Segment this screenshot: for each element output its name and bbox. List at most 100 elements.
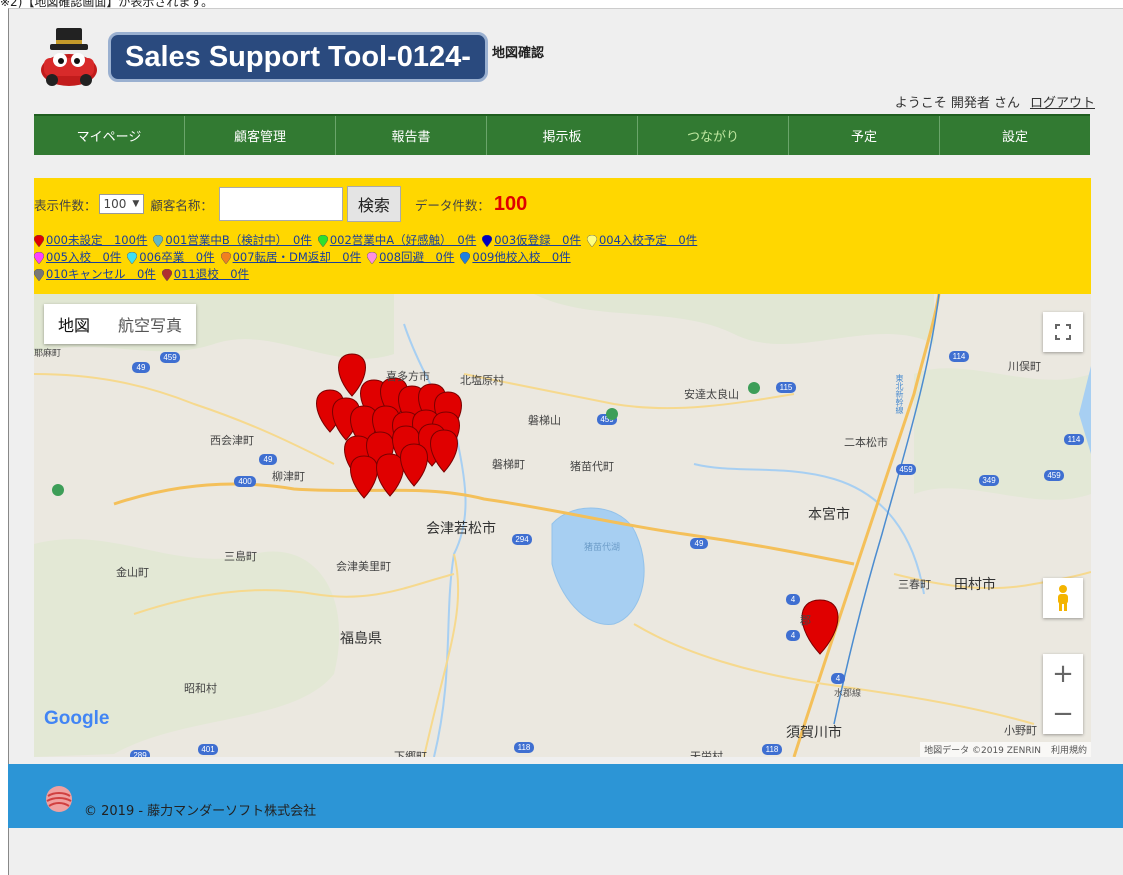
legend-marker — [127, 251, 138, 264]
svg-text:118: 118 — [766, 745, 779, 754]
legend-label: 007転居・DM返却 0件 — [232, 250, 362, 264]
place-label: 金山町 — [116, 566, 149, 579]
marker-icon — [460, 251, 471, 264]
zoom-control: + − — [1043, 654, 1083, 734]
place-label: 天栄村 — [690, 750, 723, 757]
search-button[interactable]: 検索 — [346, 186, 401, 222]
nav-schedule[interactable]: 予定 — [789, 116, 940, 155]
svg-text:4: 4 — [836, 674, 841, 683]
legend-label: 000未設定 100件 — [46, 233, 148, 247]
legend-marker — [34, 251, 44, 264]
map-tab-map[interactable]: 地図 — [44, 304, 104, 344]
marker-icon — [482, 234, 493, 247]
legend-label: 006卒業 0件 — [139, 250, 215, 264]
place-label: 水郡線 — [834, 689, 862, 699]
marker-icon — [317, 234, 328, 247]
legend-label: 003仮登録 0件 — [494, 233, 581, 247]
legend-label: 008回避 0件 — [379, 250, 455, 264]
nav-settings[interactable]: 設定 — [940, 116, 1090, 155]
map-type-control: 地図 航空写真 — [44, 304, 197, 344]
legend-marker — [367, 251, 378, 264]
place-label: 昭和村 — [184, 682, 217, 695]
nav-bulletin[interactable]: 掲示板 — [487, 116, 638, 155]
svg-text:459: 459 — [899, 465, 913, 474]
legend-item[interactable]: 002営業中A（好感触） 0件 — [317, 232, 476, 249]
customer-name-label: 顧客名称： — [150, 197, 213, 213]
map[interactable]: 49 459 49 400 459 115 114 114 459 349 45… — [34, 294, 1091, 757]
display-count-value: 100 — [103, 197, 127, 211]
svg-text:114: 114 — [953, 352, 966, 361]
place-label: 三島町 — [224, 550, 257, 563]
legend-item[interactable]: 000未設定 100件 — [34, 232, 147, 249]
legend-label: 005入校 0件 — [46, 250, 122, 264]
zoom-in-button[interactable]: + — [1052, 654, 1074, 694]
page-title: 地図確認 — [492, 46, 545, 61]
display-count-select[interactable]: 100 ▼ — [98, 194, 145, 214]
legend-marker — [586, 234, 597, 247]
google-logo: Google — [44, 708, 109, 730]
svg-text:4: 4 — [791, 631, 796, 640]
legend-item[interactable]: 008回避 0件 — [367, 249, 454, 266]
terms-link[interactable]: 利用規約 — [1051, 743, 1087, 756]
svg-text:49: 49 — [264, 455, 273, 464]
filter-row: 表示件数： 100 ▼ 顧客名称： 検索 データ件数： 100 — [34, 186, 527, 222]
place-label: 耶麻町 — [34, 349, 62, 359]
app-title: Sales Support Tool-0124- — [108, 32, 488, 82]
place-label: 田村市 — [954, 577, 996, 593]
pegman-icon — [1058, 585, 1068, 611]
fullscreen-icon — [1055, 324, 1071, 340]
marker-icon — [127, 251, 138, 264]
status-legend: 000未設定 100件 001営業中B（検討中） 0件 002営業中A（好感触）… — [34, 232, 1084, 283]
nav-reports[interactable]: 報告書 — [336, 116, 487, 155]
legend-item[interactable]: 003仮登録 0件 — [482, 232, 581, 249]
place-label: 猪苗代湖 — [584, 543, 621, 553]
legend-label: 011退校 0件 — [173, 267, 250, 281]
map-tab-satellite[interactable]: 航空写真 — [104, 304, 196, 344]
place-label: 北塩原村 — [460, 374, 504, 387]
legend-line: 005入校 0件 006卒業 0件 007転居・DM返却 0件 008回避 0件… — [34, 249, 1084, 266]
zoom-out-button[interactable]: − — [1052, 694, 1074, 734]
svg-text:459: 459 — [1047, 471, 1061, 480]
dropdown-arrow-icon: ▼ — [132, 199, 140, 209]
legend-label: 010キャンセル 0件 — [46, 267, 156, 281]
place-label: 二本松市 — [844, 436, 888, 449]
svg-text:4: 4 — [791, 595, 796, 604]
nav-mypage[interactable]: マイページ — [34, 116, 185, 155]
marker-icon — [161, 268, 172, 281]
legend-item[interactable]: 004入校予定 0件 — [586, 232, 697, 249]
nav-customers[interactable]: 顧客管理 — [185, 116, 336, 155]
nav-connections[interactable]: つながり — [638, 116, 789, 155]
svg-text:114: 114 — [1068, 435, 1081, 444]
fullscreen-button[interactable] — [1043, 312, 1083, 352]
top-caption: ※2)【地図確認画面】が表示されます。 — [0, 0, 214, 8]
place-label: 三春町 — [898, 578, 931, 591]
marker-icon — [153, 234, 164, 247]
place-label: 会津美里町 — [336, 560, 391, 573]
place-label: 猪苗代町 — [570, 460, 614, 473]
legend-label: 009他校入校 0件 — [472, 250, 571, 264]
place-label: 本宮市 — [808, 507, 850, 523]
legend-item[interactable]: 007転居・DM返却 0件 — [220, 249, 362, 266]
place-label: 須賀川市 — [786, 725, 842, 741]
street-view-button[interactable] — [1043, 578, 1083, 618]
place-label: 喜多方市 — [386, 370, 430, 383]
legend-item[interactable]: 006卒業 0件 — [127, 249, 215, 266]
svg-text:289: 289 — [133, 751, 147, 757]
place-label: 西会津町 — [210, 434, 254, 447]
marker-icon — [586, 234, 597, 247]
legend-marker — [161, 268, 172, 281]
legend-item[interactable]: 001営業中B（検討中） 0件 — [153, 232, 312, 249]
logo: Sales Support Tool-0124- — [34, 22, 488, 92]
legend-marker — [34, 234, 44, 247]
legend-item[interactable]: 010キャンセル 0件 — [34, 266, 156, 283]
marker-icon — [367, 251, 378, 264]
filter-panel: 表示件数： 100 ▼ 顧客名称： 検索 データ件数： 100 000未設定 1… — [34, 178, 1091, 294]
customer-name-input[interactable] — [218, 187, 343, 221]
legend-marker — [317, 234, 328, 247]
svg-text:401: 401 — [201, 745, 215, 754]
legend-item[interactable]: 011退校 0件 — [161, 266, 250, 283]
legend-item[interactable]: 009他校入校 0件 — [460, 249, 571, 266]
legend-marker — [34, 268, 44, 281]
legend-item[interactable]: 005入校 0件 — [34, 249, 121, 266]
logout-link[interactable]: ログアウト — [1030, 96, 1095, 111]
